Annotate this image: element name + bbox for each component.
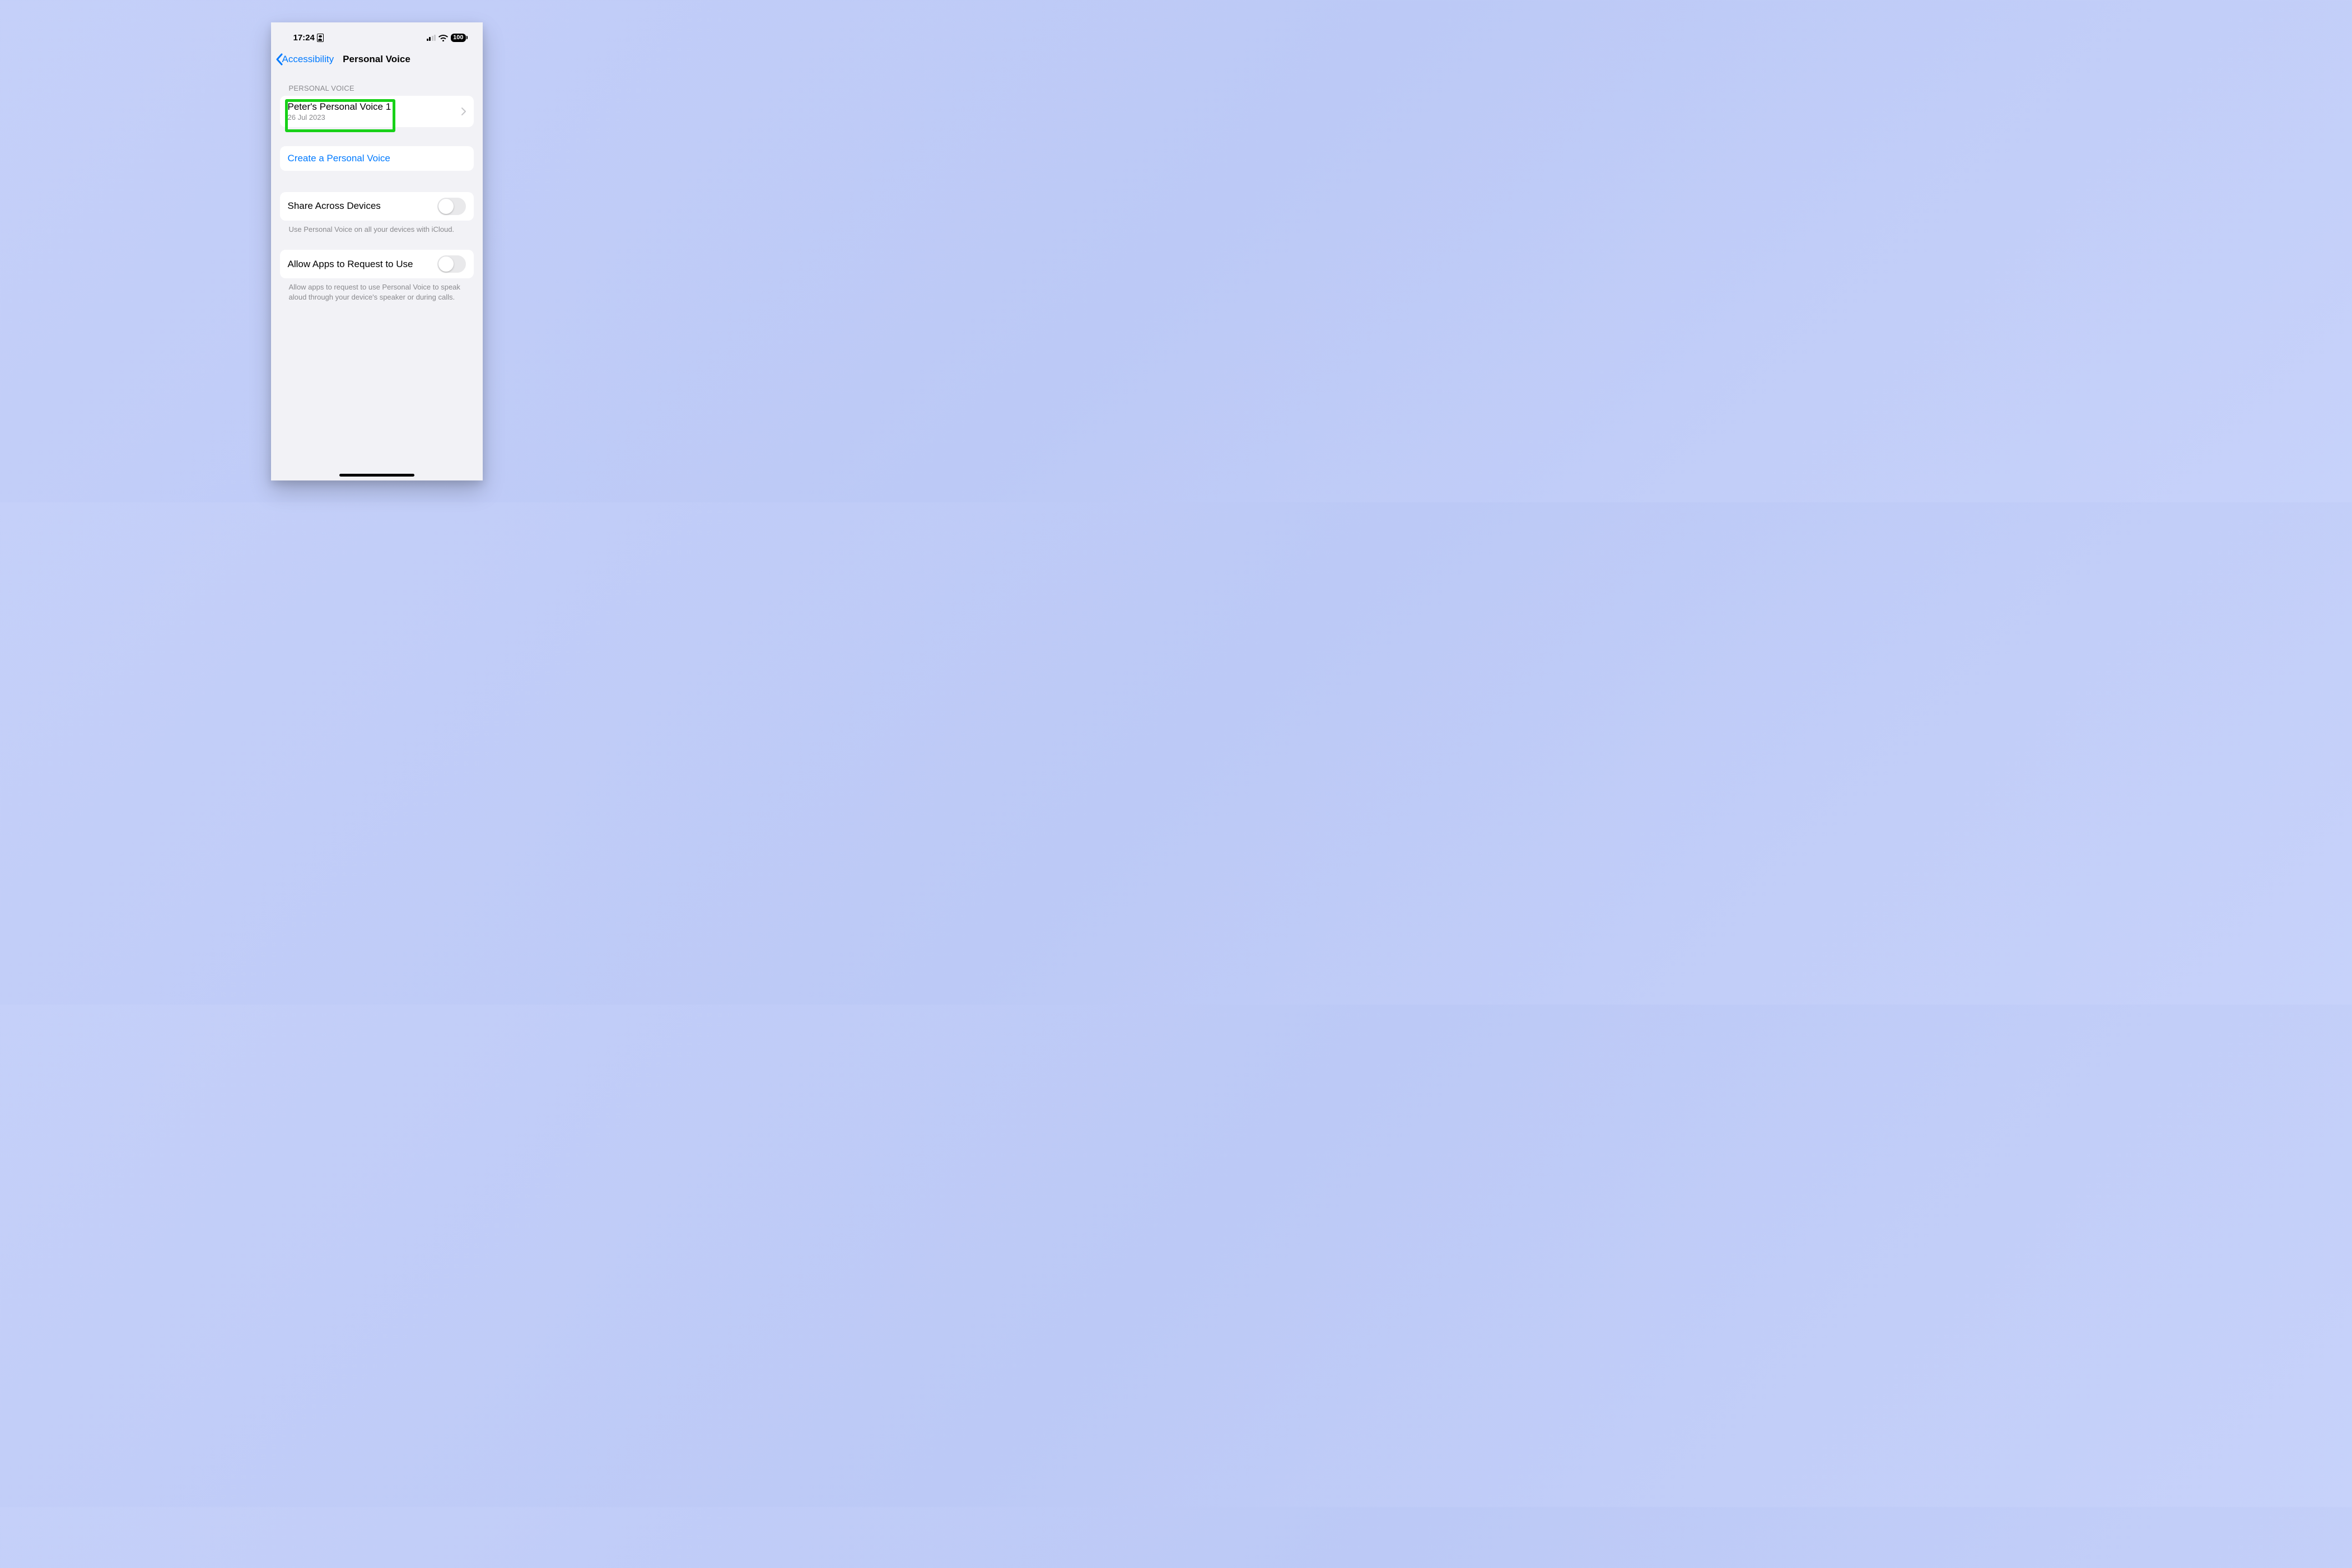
- battery-indicator: 100: [451, 34, 465, 42]
- section-header-personal-voice: PERSONAL VOICE: [280, 72, 474, 96]
- cellular-signal-icon: [427, 35, 436, 41]
- allow-apps-row[interactable]: Allow Apps to Request to Use: [280, 250, 474, 278]
- home-indicator[interactable]: [339, 474, 414, 477]
- create-personal-voice-button[interactable]: Create a Personal Voice: [280, 146, 474, 171]
- allow-toggle[interactable]: [437, 255, 466, 273]
- back-button[interactable]: Accessibility: [276, 53, 334, 66]
- contact-card-icon: [317, 34, 324, 42]
- status-bar: 17:24 100: [271, 22, 483, 47]
- phone-frame: 17:24 100 Accessibility Personal Voice P…: [271, 22, 483, 480]
- share-toggle[interactable]: [437, 198, 466, 215]
- voice-row[interactable]: Peter's Personal Voice 1 26 Jul 2023: [280, 96, 474, 127]
- create-voice-group: Create a Personal Voice: [280, 146, 474, 171]
- nav-bar: Accessibility Personal Voice: [271, 47, 483, 72]
- voice-list: Peter's Personal Voice 1 26 Jul 2023: [280, 96, 474, 127]
- share-footer: Use Personal Voice on all your devices w…: [280, 221, 474, 235]
- share-group: Share Across Devices: [280, 192, 474, 221]
- voice-date: 26 Jul 2023: [288, 113, 391, 122]
- chevron-right-icon: [461, 108, 466, 115]
- status-right: 100: [427, 34, 466, 42]
- page-title: Personal Voice: [343, 54, 410, 65]
- back-label: Accessibility: [282, 54, 334, 65]
- allow-footer: Allow apps to request to use Personal Vo…: [280, 278, 474, 302]
- wifi-icon: [438, 35, 448, 41]
- status-left: 17:24: [293, 33, 324, 43]
- share-label: Share Across Devices: [288, 200, 381, 212]
- allow-group: Allow Apps to Request to Use: [280, 250, 474, 278]
- status-time: 17:24: [293, 33, 315, 43]
- allow-label: Allow Apps to Request to Use: [288, 259, 413, 270]
- content: PERSONAL VOICE Peter's Personal Voice 1 …: [271, 72, 483, 302]
- share-across-devices-row[interactable]: Share Across Devices: [280, 192, 474, 221]
- voice-name: Peter's Personal Voice 1: [288, 101, 391, 113]
